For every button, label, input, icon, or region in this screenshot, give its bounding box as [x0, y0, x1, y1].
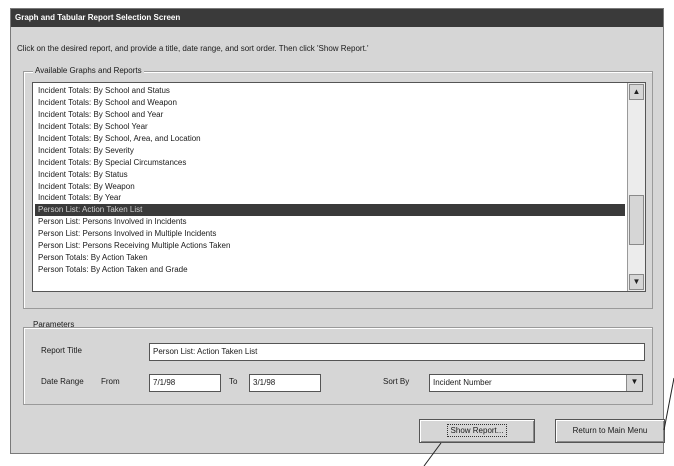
- list-item[interactable]: Incident Totals: By Weapon: [35, 181, 625, 193]
- reports-listbox[interactable]: Incident Totals: By School and Status Inc…: [32, 82, 646, 292]
- report-title-input[interactable]: Person List: Action Taken List: [149, 343, 645, 361]
- list-item[interactable]: Incident Totals: By School and Year: [35, 109, 625, 121]
- return-to-main-menu-button[interactable]: Return to Main Menu: [555, 419, 665, 443]
- show-report-label: Show Report...: [446, 424, 508, 437]
- list-item[interactable]: Incident Totals: By School and Weapon: [35, 97, 625, 109]
- list-item[interactable]: Incident Totals: By School, Area, and Lo…: [35, 133, 625, 145]
- list-item[interactable]: Person List: Persons Involved in Inciden…: [35, 216, 625, 228]
- instruction-text: Click on the desired report, and provide…: [17, 44, 369, 53]
- list-item[interactable]: Person List: Persons Involved in Multipl…: [35, 228, 625, 240]
- scroll-up-icon[interactable]: ▲: [629, 84, 644, 100]
- sort-by-value: Incident Number: [433, 378, 492, 387]
- list-item[interactable]: Person List: Persons Receiving Multiple …: [35, 240, 625, 252]
- list-item[interactable]: Incident Totals: By Year: [35, 192, 625, 204]
- listbox-scrollbar[interactable]: ▲ ▼: [627, 83, 645, 291]
- date-range-label: Date Range: [41, 377, 84, 386]
- report-title-label: Report Title: [41, 346, 82, 355]
- parameters-group-label: Parameters: [33, 320, 75, 329]
- list-item[interactable]: Incident Totals: By Status: [35, 169, 625, 181]
- list-item[interactable]: Incident Totals: By Special Circumstance…: [35, 157, 625, 169]
- list-item[interactable]: Incident Totals: By School and Status: [35, 85, 625, 97]
- to-date-input[interactable]: 3/1/98: [249, 374, 321, 392]
- window-title: Graph and Tabular Report Selection Scree…: [11, 9, 663, 27]
- reports-list: Incident Totals: By School and Status Inc…: [35, 85, 625, 276]
- reports-group-label: Available Graphs and Reports: [33, 66, 144, 75]
- list-item[interactable]: Person Totals: By Action Taken and Grade: [35, 264, 625, 276]
- list-item-selected[interactable]: Person List: Action Taken List: [35, 204, 625, 217]
- from-date-input[interactable]: 7/1/98: [149, 374, 221, 392]
- list-item[interactable]: Person Totals: By Action Taken: [35, 252, 625, 264]
- chevron-down-icon[interactable]: ▼: [626, 375, 642, 391]
- list-item[interactable]: Incident Totals: By Severity: [35, 145, 625, 157]
- to-label: To: [229, 377, 238, 386]
- show-report-button[interactable]: Show Report...: [419, 419, 535, 443]
- parameters-group: [23, 327, 653, 405]
- sort-by-dropdown[interactable]: Incident Number ▼: [429, 374, 643, 392]
- scroll-thumb[interactable]: [629, 195, 644, 245]
- sort-by-label: Sort By: [383, 377, 410, 386]
- list-item[interactable]: Incident Totals: By School Year: [35, 121, 625, 133]
- scroll-down-icon[interactable]: ▼: [629, 274, 644, 290]
- from-label: From: [101, 377, 120, 386]
